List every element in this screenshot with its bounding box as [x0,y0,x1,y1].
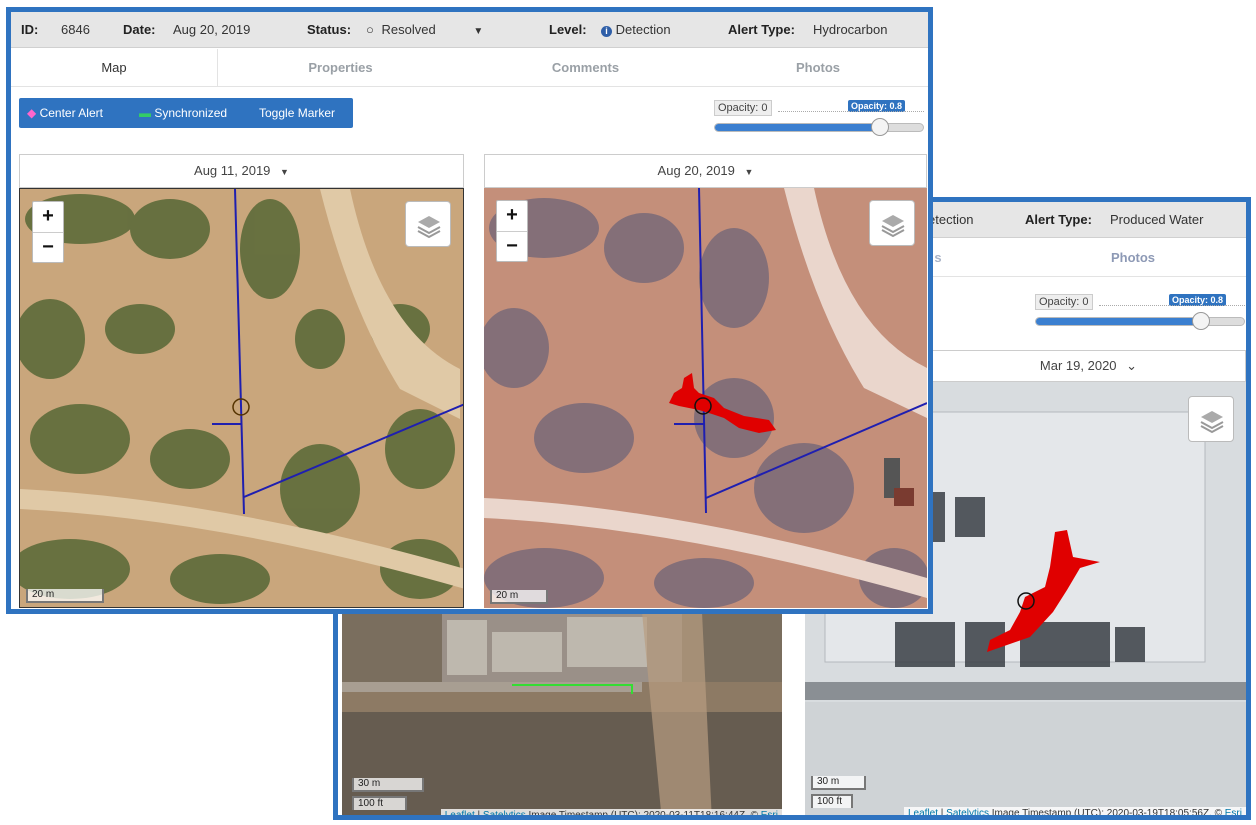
satelytics-link[interactable]: Satelytics [483,810,526,815]
opacity-ticks [778,106,924,112]
map-left[interactable]: + − 20 m [19,188,464,608]
timestamp-text: Image Timestamp (UTC): 2020-03-11T18:16:… [525,810,761,820]
layers-icon[interactable] [1188,396,1234,442]
date-label: Date: [123,22,156,37]
opacity-min-label: Opacity: 0 [714,100,772,116]
map-attribution: Leaflet | Satelytics Image Timestamp (UT… [440,809,782,820]
status-select[interactable]: ○ Resolved ▼ [366,22,483,37]
opacity-fill [1036,318,1203,325]
level-value: etection [928,212,974,227]
center-alert-button[interactable]: ◆ Center Alert [27,106,103,120]
satellite-image [484,188,927,608]
tab-bar-back: s Photos [928,239,1246,277]
tab-bar: Map Properties Comments Photos [11,49,928,87]
layers-icon[interactable] [405,201,451,247]
zoom-in-icon[interactable]: + [497,201,527,231]
date-label: Aug 20, 2019 [657,163,735,178]
level-value: Detection [615,22,671,37]
radio-icon: ○ [366,22,374,37]
map-left-back[interactable]: 30 m 100 ft Leaflet | Satelytics Image T… [342,612,782,820]
toggle-marker-button[interactable]: Toggle Marker [259,106,335,120]
timestamp-text: Image Timestamp (UTC): 2020-03-19T18:05:… [988,808,1225,819]
scale-bar-imperial: 100 ft [811,794,853,808]
status-value: Resolved [381,22,436,37]
opacity-min-label: Opacity: 0 [1035,294,1093,310]
layers-icon[interactable] [869,200,915,246]
date-selector-right[interactable]: Mar 19, 2020 ⌄ [931,350,1246,382]
alert-window-front: ID: 6846 Date: Aug 20, 2019 Status: ○ Re… [6,7,933,614]
opacity-fill [715,124,882,131]
chevron-down-icon: ▼ [473,26,484,37]
alert-type-value: Produced Water [1110,212,1204,227]
alert-type-label: Alert Type: [1025,212,1092,227]
map-toolbar: ◆ Center Alert ▬ Synchronized Toggle Mar… [19,98,353,128]
alert-type-label: Alert Type: [728,22,795,37]
tab-comments[interactable]: Comments [463,49,708,87]
tab-properties[interactable]: Properties [218,49,463,87]
scale-bar: 20 m [490,590,548,604]
date-selector-right[interactable]: Aug 20, 2019 ▼ [484,154,927,188]
zoom-control: + − [496,200,528,262]
zoom-out-icon[interactable]: − [497,231,527,261]
chevron-down-icon: ▼ [280,167,289,177]
zoom-control: + − [32,201,64,263]
date-selector-left[interactable]: Aug 11, 2019 ▼ [19,154,464,188]
map-attribution: Leaflet | Satelytics Image Timestamp (UT… [903,807,1246,819]
date-label: Mar 19, 2020 [1039,358,1117,373]
leaflet-link[interactable]: Leaflet [908,808,938,815]
opacity-handle[interactable] [1192,312,1210,330]
satelytics-link[interactable]: Satelytics [946,808,989,815]
id-label: ID: [21,22,39,37]
scale-bar-metric: 30 m [352,778,424,792]
date-value: Aug 20, 2019 [173,22,251,37]
scale-bar-imperial: 100 ft [352,796,407,810]
opacity-ticks [1099,300,1245,306]
synchronized-label: Synchronized [154,106,228,120]
date-label: Aug 11, 2019 [194,163,271,178]
opacity-track[interactable] [714,118,924,136]
esri-link[interactable]: Esri [761,810,778,815]
status-label: Status: [307,22,352,37]
opacity-slider[interactable]: Opacity: 0 Opacity: 0.8 [714,98,924,138]
chevron-down-icon: ▼ [744,167,754,177]
level-label: Level: [549,22,587,37]
alert-header-back: etection Alert Type: Produced Water [928,202,1246,238]
tab-photos[interactable]: Photos [1058,239,1208,277]
tab-map[interactable]: Map [11,49,218,87]
leaflet-link[interactable]: Leaflet [445,810,475,815]
synchronized-button[interactable]: ▬ Synchronized [139,106,227,120]
zoom-in-icon[interactable]: + [33,202,63,232]
opacity-track[interactable] [1035,312,1245,330]
scale-bar: 20 m [26,589,104,603]
scale-bar-metric: 30 m [811,776,866,790]
esri-link[interactable]: Esri [1225,808,1242,815]
map-right[interactable]: + − 20 m [484,188,927,608]
chevron-down-icon: ⌄ [1126,358,1138,373]
alert-type-value: Hydrocarbon [813,22,888,37]
satellite-image [20,189,463,607]
opacity-slider-back[interactable]: Opacity: 0 Opacity: 0.8 [1035,292,1245,332]
tab-photos[interactable]: Photos [708,49,928,87]
alert-header: ID: 6846 Date: Aug 20, 2019 Status: ○ Re… [11,12,928,48]
opacity-handle[interactable] [871,118,889,136]
id-value: 6846 [61,22,90,37]
zoom-out-icon[interactable]: − [33,232,63,262]
center-alert-label: Center Alert [39,106,103,120]
info-icon: i [601,26,612,37]
